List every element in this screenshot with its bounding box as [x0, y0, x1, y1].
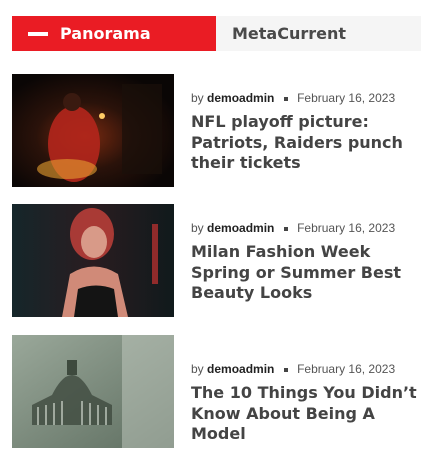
meta-separator — [283, 96, 288, 101]
tab-bar: Panorama MetaCurrent — [12, 16, 421, 51]
post-thumbnail[interactable] — [12, 74, 174, 187]
post-title[interactable]: The 10 Things You Didn’t Know About Bein… — [191, 383, 421, 445]
by-label: by — [191, 91, 204, 105]
by-label: by — [191, 362, 204, 376]
post-date[interactable]: February 16, 2023 — [297, 221, 395, 235]
author-link[interactable]: demoadmin — [207, 91, 274, 105]
active-tab-indicator — [28, 31, 48, 36]
meta-separator — [283, 367, 288, 372]
author-link[interactable]: demoadmin — [207, 221, 274, 235]
list-item: by demoadmin February 16, 2023 NFL playo… — [12, 74, 422, 187]
tab-label: MetaCurrent — [232, 24, 347, 43]
post-date[interactable]: February 16, 2023 — [297, 91, 395, 105]
tab-panorama[interactable]: Panorama — [12, 16, 216, 51]
meta-separator — [283, 226, 288, 231]
post-thumbnail[interactable] — [12, 335, 174, 448]
tab-metacurrent[interactable]: MetaCurrent — [216, 16, 421, 51]
post-meta: by demoadmin February 16, 2023 — [191, 362, 395, 376]
post-title[interactable]: NFL playoff picture: Patriots, Raiders p… — [191, 112, 421, 174]
post-thumbnail[interactable] — [12, 204, 174, 317]
list-item: by demoadmin February 16, 2023 Milan Fas… — [12, 204, 422, 317]
post-meta: by demoadmin February 16, 2023 — [191, 91, 395, 105]
tab-label: Panorama — [60, 24, 151, 43]
post-title[interactable]: Milan Fashion Week Spring or Summer Best… — [191, 242, 421, 304]
post-meta: by demoadmin February 16, 2023 — [191, 221, 395, 235]
post-date[interactable]: February 16, 2023 — [297, 362, 395, 376]
list-item: by demoadmin February 16, 2023 The 10 Th… — [12, 335, 422, 448]
author-link[interactable]: demoadmin — [207, 362, 274, 376]
by-label: by — [191, 221, 204, 235]
